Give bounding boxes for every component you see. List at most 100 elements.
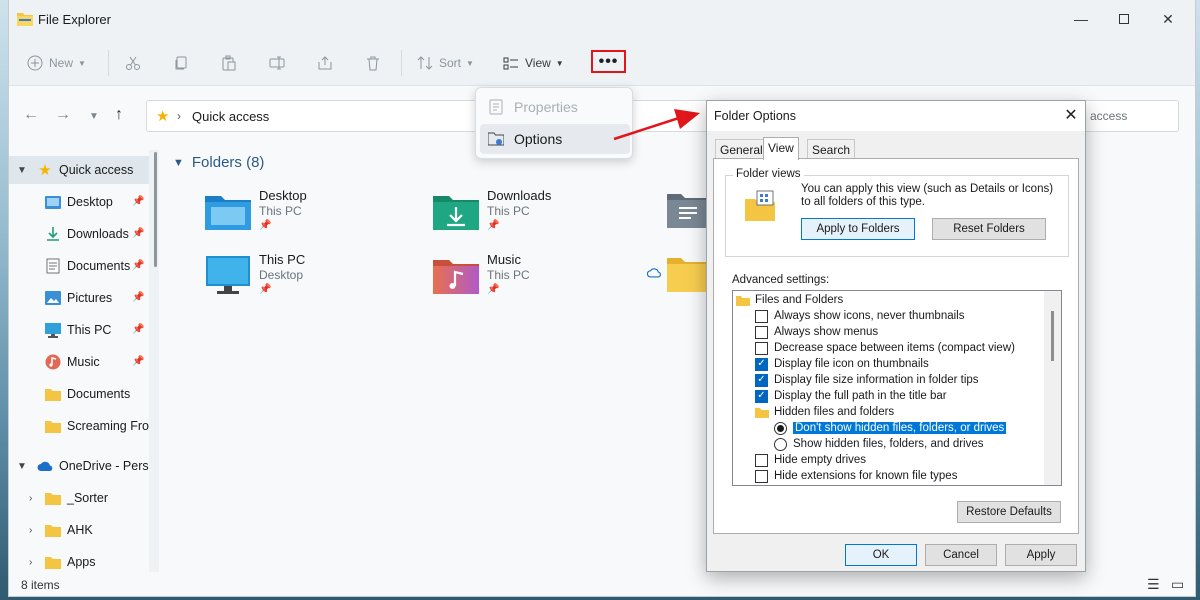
folder-options-icon: [488, 132, 504, 146]
menu-item-properties[interactable]: Properties: [480, 92, 630, 122]
pin-icon: 📌: [487, 220, 500, 231]
checkbox[interactable]: [755, 341, 768, 355]
setting-always-show-menus[interactable]: Always show menus: [755, 324, 878, 340]
setting-file-icon-thumbnails[interactable]: ✓ Display file icon on thumbnails: [755, 356, 929, 372]
setting-hide-extensions[interactable]: Hide extensions for known file types: [755, 468, 957, 484]
folder-item-music[interactable]: Music This PC 📌: [433, 252, 653, 308]
close-icon: ✕: [1162, 10, 1174, 27]
sort-button[interactable]: Sort ▼: [417, 52, 474, 74]
setting-dont-show-hidden[interactable]: Don't show hidden files, folders, or dri…: [774, 420, 1008, 436]
pin-icon[interactable]: 📌: [132, 260, 144, 271]
tree-scrollbar-thumb[interactable]: [1051, 311, 1054, 361]
new-button[interactable]: New ▼: [27, 52, 86, 74]
folders-section-header[interactable]: ▼ Folders (8): [173, 154, 264, 171]
pin-icon[interactable]: 📌: [132, 292, 144, 303]
ok-button[interactable]: OK: [845, 544, 917, 566]
share-button[interactable]: [317, 52, 333, 74]
apply-to-folders-button[interactable]: Apply to Folders: [801, 218, 915, 240]
details-view-icon[interactable]: ☰: [1147, 576, 1160, 593]
pin-icon[interactable]: 📌: [132, 324, 144, 335]
documents-folder-icon[interactable]: [667, 192, 709, 228]
rename-button[interactable]: [269, 52, 285, 74]
tab-search[interactable]: Search: [807, 139, 856, 159]
checkbox[interactable]: [755, 325, 768, 339]
radio[interactable]: [774, 437, 787, 451]
sidebar-item-documents[interactable]: Documents 📌: [9, 252, 149, 280]
recent-locations-button[interactable]: ▼: [89, 111, 99, 122]
paste-button[interactable]: [221, 52, 237, 74]
sidebar-item-desktop[interactable]: Desktop 📌: [9, 188, 149, 216]
setting-file-size-tips[interactable]: ✓ Display file size information in folde…: [755, 372, 979, 388]
sort-icon: [417, 56, 433, 70]
folder-options-dialog: Folder Options ✕ General View Search Fol…: [706, 100, 1086, 572]
setting-compact-view[interactable]: Decrease space between items (compact vi…: [755, 340, 1015, 356]
menu-item-options[interactable]: Options: [480, 124, 630, 154]
tree-scrollbar[interactable]: [1044, 291, 1061, 485]
cancel-button[interactable]: Cancel: [925, 544, 997, 566]
pin-icon[interactable]: 📌: [132, 196, 144, 207]
apply-button[interactable]: Apply: [1005, 544, 1077, 566]
see-more-button[interactable]: •••: [591, 50, 626, 73]
sidebar-item-ahk[interactable]: › AHK: [9, 516, 149, 544]
setting-always-show-icons[interactable]: Always show icons, never thumbnails: [755, 308, 964, 324]
checkbox[interactable]: [755, 469, 768, 483]
sidebar-item-documents-folder[interactable]: Documents: [9, 380, 149, 408]
setting-hide-empty-drives[interactable]: Hide empty drives: [755, 452, 866, 468]
setting-show-hidden[interactable]: Show hidden files, folders, and drives: [774, 436, 984, 452]
checkbox-checked[interactable]: ✓: [755, 389, 768, 403]
copy-button[interactable]: [173, 52, 189, 74]
close-button[interactable]: ✕: [1153, 8, 1183, 30]
star-icon: ★: [156, 108, 170, 125]
advanced-settings-tree: Files and Folders Always show icons, nev…: [732, 290, 1062, 486]
folder-item-downloads[interactable]: Downloads This PC 📌: [433, 188, 653, 244]
folder-views-icon: [745, 190, 775, 221]
sidebar-item-screaming-frog[interactable]: Screaming Frog: [9, 412, 149, 440]
tree-folder-hidden-files: Hidden files and folders: [755, 404, 894, 420]
sidebar-scrollbar-thumb[interactable]: [154, 152, 157, 267]
dialog-close-button[interactable]: ✕: [1059, 105, 1083, 125]
reset-folders-button[interactable]: Reset Folders: [932, 218, 1046, 240]
sidebar-item-downloads[interactable]: Downloads 📌: [9, 220, 149, 248]
restore-defaults-button[interactable]: Restore Defaults: [957, 501, 1061, 523]
folder-item-this-pc[interactable]: This PC Desktop 📌: [205, 252, 425, 308]
search-placeholder: access: [1090, 109, 1128, 123]
cut-button[interactable]: [125, 52, 141, 74]
file-explorer-icon: [17, 13, 33, 26]
delete-button[interactable]: [365, 52, 381, 74]
copy-icon: [175, 56, 187, 70]
music-folder-icon: [433, 260, 479, 294]
folder-icon[interactable]: [667, 256, 709, 292]
chevron-down-icon: ▼: [173, 156, 184, 169]
forward-button[interactable]: →: [55, 106, 71, 124]
checkbox[interactable]: [755, 309, 768, 323]
pin-icon[interactable]: 📌: [132, 228, 144, 239]
large-icons-view-icon[interactable]: ▭: [1171, 576, 1184, 593]
sidebar-item-music[interactable]: Music 📌: [9, 348, 149, 376]
folder-item-desktop[interactable]: Desktop This PC 📌: [205, 188, 425, 244]
sidebar-item-apps[interactable]: › Apps: [9, 548, 149, 572]
pin-icon: 📌: [487, 284, 500, 295]
search-input[interactable]: access: [1079, 100, 1179, 132]
sidebar-item-this-pc[interactable]: This PC 📌: [9, 316, 149, 344]
maximize-button[interactable]: [1109, 8, 1139, 30]
desktop-folder-icon: [205, 196, 251, 230]
sidebar-item-pictures[interactable]: Pictures 📌: [9, 284, 149, 312]
checkbox-checked[interactable]: ✓: [755, 357, 768, 371]
radio-selected[interactable]: [774, 421, 787, 435]
sidebar-item-quick-access[interactable]: ▼ ★ Quick access: [9, 156, 149, 184]
view-icon: [503, 57, 518, 70]
documents-icon: [45, 258, 61, 274]
tab-general[interactable]: General: [715, 139, 768, 159]
checkbox[interactable]: [755, 453, 768, 467]
view-button[interactable]: View ▼: [503, 52, 564, 74]
back-button[interactable]: ←: [23, 106, 39, 124]
minimize-button[interactable]: —: [1066, 8, 1096, 30]
pin-icon: 📌: [259, 284, 272, 295]
sidebar-item-sorter[interactable]: › _Sorter: [9, 484, 149, 512]
checkbox-checked[interactable]: ✓: [755, 373, 768, 387]
sidebar-item-onedrive[interactable]: ▼ OneDrive - Perso: [9, 452, 149, 480]
pin-icon[interactable]: 📌: [132, 356, 144, 367]
up-button[interactable]: ↑: [115, 106, 123, 124]
tab-view[interactable]: View: [763, 137, 799, 160]
setting-full-path-title[interactable]: ✓ Display the full path in the title bar: [755, 388, 947, 404]
